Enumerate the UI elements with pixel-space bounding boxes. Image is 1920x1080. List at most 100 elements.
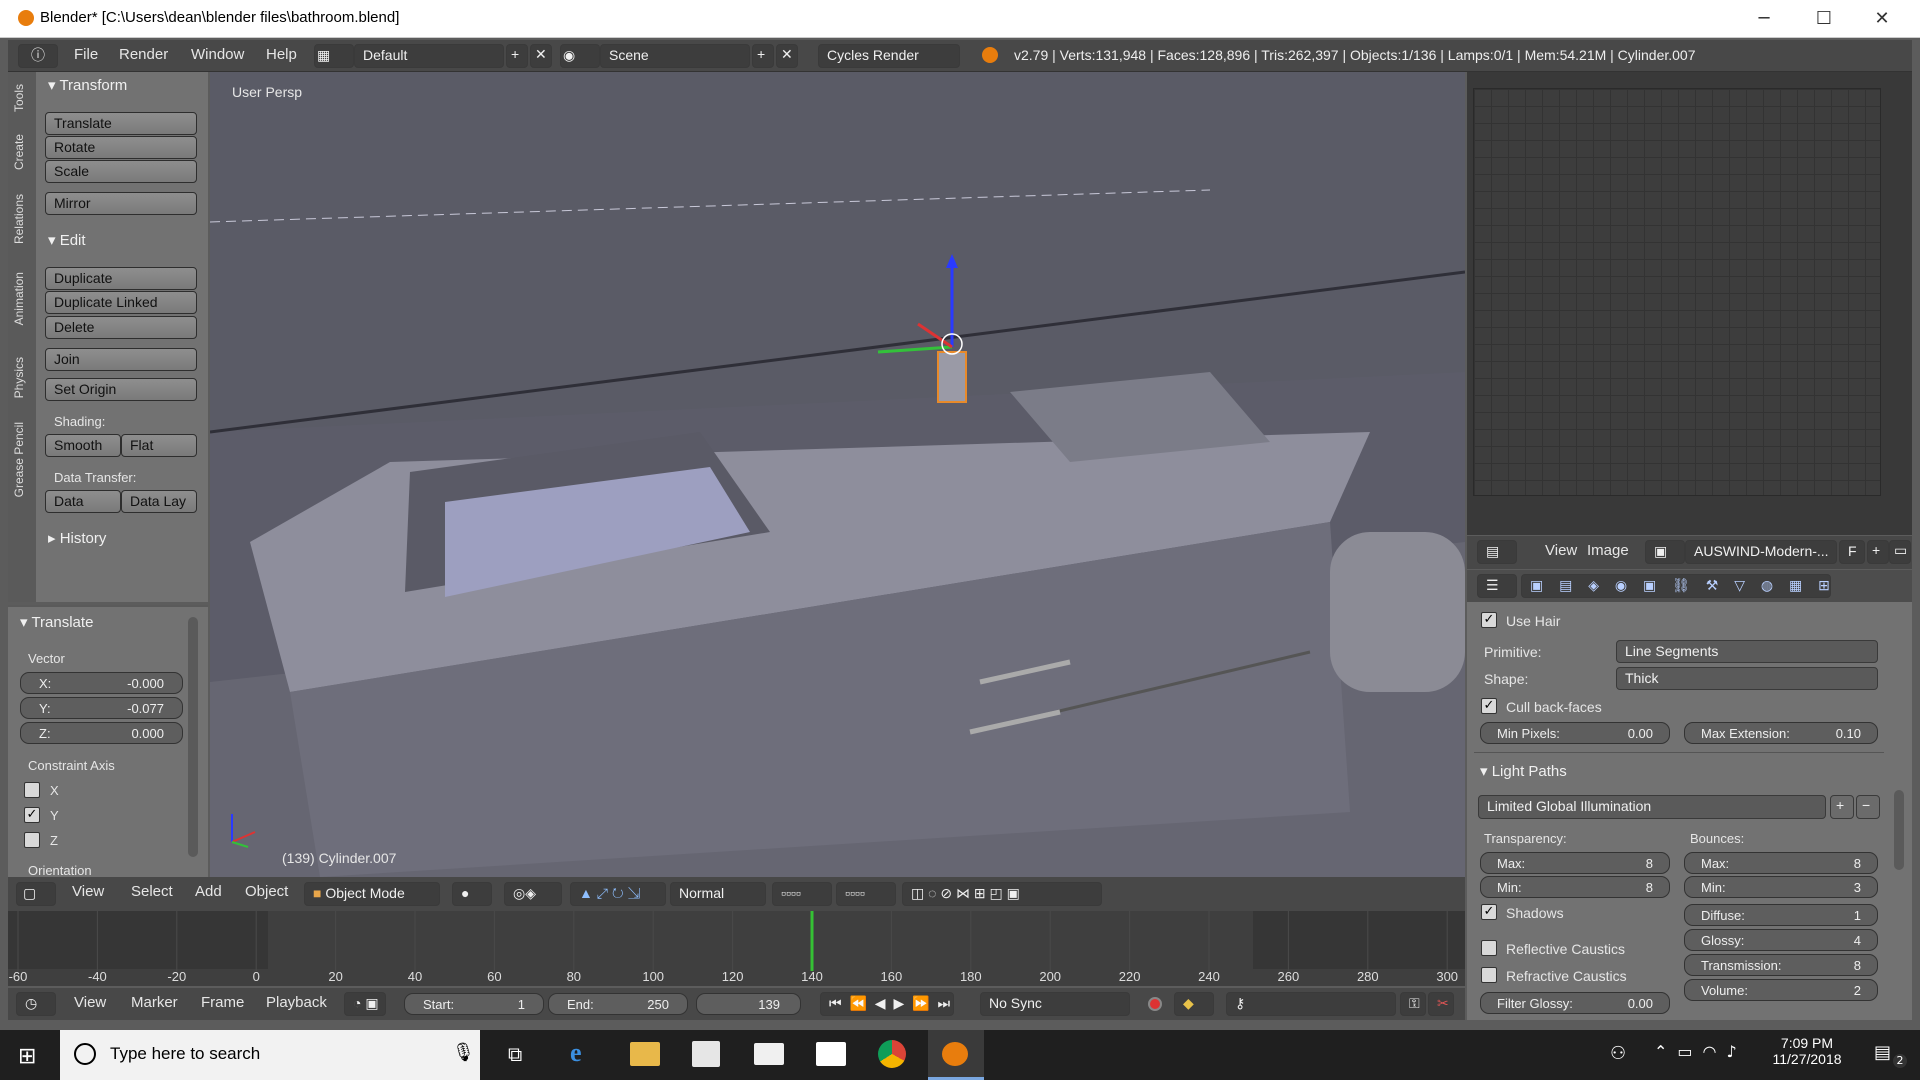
scale-button[interactable]: Scale [45,160,197,183]
action-center-icon[interactable]: ▤ [1874,1042,1891,1063]
tab-relations[interactable]: Relations [12,194,32,244]
rotate-button[interactable]: Rotate [45,136,197,159]
image-name-field[interactable]: AUSWIND-Modern-... [1685,540,1837,564]
vector-z-field[interactable]: Z: 0.000 [20,722,183,744]
tab-physics[interactable]: Physics [12,357,32,398]
add-layout-icon[interactable]: + [506,44,528,68]
scene-icon[interactable]: ◉ [560,44,600,68]
menu-object[interactable]: Object [245,883,288,900]
data-button[interactable]: Data [45,490,121,513]
menu-help[interactable]: Help [266,46,297,63]
manipulator-icons[interactable]: ▲ ⤢ ↻ ⇲ [570,882,666,906]
smooth-button[interactable]: Smooth [45,434,121,457]
properties-scrollbar[interactable] [1894,790,1904,870]
editor-type-icon[interactable]: ▤ [1477,540,1517,564]
set-origin-select[interactable]: Set Origin [45,378,197,401]
people-icon[interactable]: ⚇ [1610,1043,1626,1064]
diffuse-field[interactable]: Diffuse: 1 [1684,904,1878,926]
menu-view[interactable]: View [1545,542,1577,559]
movies-icon[interactable] [816,1042,846,1066]
maximize-button[interactable]: ☐ [1794,0,1854,38]
keying-set-field[interactable]: ⚷ [1226,992,1396,1016]
layers-a-icon[interactable]: ▫▫▫▫ [772,882,832,906]
new-image-icon[interactable]: + [1867,540,1889,564]
glossy-field[interactable]: Glossy: 4 [1684,929,1878,951]
primitive-select[interactable]: Line Segments [1616,640,1878,663]
constraint-x-checkbox[interactable] [24,782,40,798]
duplicate-linked-button[interactable]: Duplicate Linked [45,291,197,314]
menu-file[interactable]: File [74,46,98,63]
shading-icon[interactable]: ● [452,882,492,906]
bounces-max-field[interactable]: Max: 8 [1684,852,1878,874]
edge-icon[interactable]: e [570,1038,582,1068]
transform-panel-header[interactable]: ▾ Transform [48,76,127,94]
task-view-icon[interactable]: ⧉ [508,1042,522,1066]
context-tab-icons[interactable]: ▣ ▤ ◈ ◉ ▣ ⛓ ⚒ ▽ ◍ ▦ ⊞ ⚬ [1521,574,1831,598]
end-frame-field[interactable]: End: 250 [548,993,688,1015]
mail-icon[interactable] [754,1043,784,1065]
refractive-caustics-checkbox[interactable] [1481,967,1497,983]
editor-type-icon[interactable]: ◷ [16,992,56,1016]
editor-type-icon[interactable]: ▢ [16,882,56,906]
orientation-select[interactable]: Normal [670,882,766,906]
menu-render[interactable]: Render [119,46,168,63]
menu-image[interactable]: Image [1587,542,1629,559]
max-extension-field[interactable]: Max Extension: 0.10 [1684,722,1878,744]
delete-button[interactable]: Delete [45,316,197,339]
mirror-button[interactable]: Mirror [45,192,197,215]
menu-marker[interactable]: Marker [131,994,178,1011]
uv-grid[interactable] [1473,88,1881,496]
translate-button[interactable]: Translate [45,112,197,135]
constraint-y-checkbox[interactable]: ✓ [24,807,40,823]
tab-create[interactable]: Create [12,134,32,170]
editor-type-icon[interactable]: ⓘ [18,44,58,68]
add-preset-icon[interactable]: + [1830,795,1854,819]
layout-icon[interactable]: ▦ [314,44,354,68]
join-button[interactable]: Join [45,348,197,371]
current-frame-field[interactable]: 139 [696,993,801,1015]
menu-playback[interactable]: Playback [266,994,327,1011]
menu-select[interactable]: Select [131,883,173,900]
light-paths-header[interactable]: ▾ Light Paths [1480,762,1567,780]
image-browse-icon[interactable]: ▣ [1645,540,1685,564]
menu-window[interactable]: Window [191,46,244,63]
data-lay-button[interactable]: Data Lay [121,490,197,513]
operator-header[interactable]: ▾ Translate [20,613,93,631]
reflective-caustics-checkbox[interactable] [1481,940,1497,956]
snapping-icons[interactable]: ◫ ◌ ⊘ ⋈ ⊞ ◰ ▣ [902,882,1102,906]
menu-add[interactable]: Add [195,883,222,900]
minimize-button[interactable]: ─ [1734,0,1794,38]
remove-scene-icon[interactable]: ✕ [776,44,798,68]
windows-start-icon[interactable]: ⊞ [18,1044,36,1069]
transmission-field[interactable]: Transmission: 8 [1684,954,1878,976]
filter-glossy-field[interactable]: Filter Glossy: 0.00 [1480,992,1670,1014]
playback-controls[interactable]: ⏮ ⏪ ◀ ▶ ⏩ ⏭ [820,992,954,1016]
add-scene-icon[interactable]: + [752,44,774,68]
duplicate-button[interactable]: Duplicate [45,267,197,290]
chrome-icon[interactable] [878,1040,906,1068]
file-explorer-icon[interactable] [630,1042,660,1066]
layout-field[interactable]: Default [354,44,504,68]
min-pixels-field[interactable]: Min Pixels: 0.00 [1480,722,1670,744]
vector-y-field[interactable]: Y: -0.077 [20,697,183,719]
shadows-checkbox[interactable]: ✓ [1481,904,1497,920]
cull-backfaces-checkbox[interactable]: ✓ [1481,698,1497,714]
edit-panel-header[interactable]: ▾ Edit [48,231,86,249]
record-icon[interactable] [1148,997,1162,1011]
operator-scrollbar[interactable] [188,617,198,857]
3d-viewport[interactable]: User Persp (139) Cylinder.007 [210,72,1465,877]
start-frame-field[interactable]: Start: 1 [404,993,544,1015]
delete-key-icon[interactable]: ✂ [1428,992,1454,1016]
pivot-icon[interactable]: ◎◈ [504,882,562,906]
sync-select[interactable]: No Sync [980,992,1130,1016]
remove-preset-icon[interactable]: − [1856,795,1880,819]
system-tray-icons[interactable]: ⌃▭◠♪ [1654,1042,1747,1061]
menu-frame[interactable]: Frame [201,994,244,1011]
layers-b-icon[interactable]: ▫▫▫▫ [836,882,896,906]
store-icon[interactable] [692,1041,720,1067]
remove-layout-icon[interactable]: ✕ [530,44,552,68]
bounces-min-field[interactable]: Min: 3 [1684,876,1878,898]
menu-view[interactable]: View [74,994,106,1011]
preview-range-icon[interactable]: ◔ ▣ [344,992,386,1016]
vector-x-field[interactable]: X: -0.000 [20,672,183,694]
